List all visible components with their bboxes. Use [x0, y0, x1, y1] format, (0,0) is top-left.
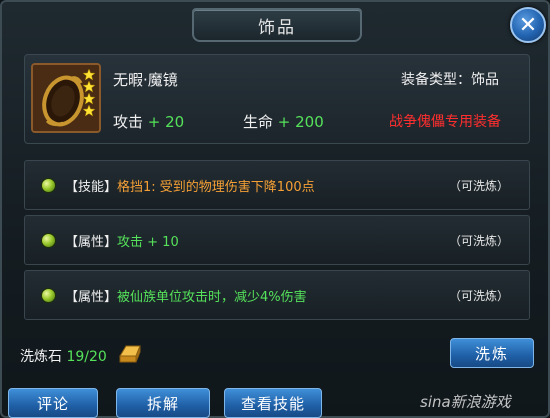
item-portrait[interactable]	[31, 63, 101, 133]
green-orb-icon	[41, 233, 56, 248]
refine-button[interactable]: 洗炼	[450, 338, 534, 368]
attribute-row[interactable]: 【属性】被仙族单位攻击时，减少4%伤害 （可洗炼）	[24, 270, 530, 320]
sina-watermark: sina新浪游戏	[420, 393, 511, 411]
attribute-desc: 格挡1: 受到的物理伤害下降100点	[117, 180, 315, 195]
attribute-tag: 【属性】	[65, 235, 118, 250]
green-orb-icon	[41, 178, 56, 193]
green-orb-icon	[41, 288, 56, 303]
comment-button[interactable]: 评论	[8, 388, 98, 418]
mirror-icon	[33, 65, 99, 131]
exclusive-note: 战争傀儡专用装备	[389, 114, 501, 130]
attribute-row[interactable]: 【属性】攻击 + 10 （可洗炼）	[24, 215, 530, 265]
washable-note: （可洗炼）	[448, 289, 509, 303]
close-button[interactable]: ✕	[510, 7, 546, 43]
stat-attack: 攻击 + 20	[113, 111, 184, 132]
washable-note: （可洗炼）	[448, 234, 509, 248]
attribute-row[interactable]: 【技能】格挡1: 受到的物理伤害下降100点 （可洗炼）	[24, 160, 530, 210]
equipment-dialog: 饰品 ✕ 无暇·魔镜 装备类型：饰品 攻击 + 20 生命 + 200 战争傀儡…	[0, 0, 550, 418]
item-info-panel: 无暇·魔镜 装备类型：饰品 攻击 + 20 生命 + 200 战争傀儡专用装备	[24, 54, 530, 144]
gold-ingot-icon	[119, 345, 141, 363]
stat-hp-label: 生命	[243, 113, 274, 131]
stat-hp: 生命 + 200	[243, 111, 324, 132]
item-type: 装备类型：饰品	[401, 72, 499, 88]
attribute-tag: 【属性】	[65, 290, 118, 305]
stat-attack-value: + 20	[147, 113, 185, 131]
item-name: 无暇·魔镜	[113, 71, 178, 89]
refine-stone-count: 洗炼石 19/20	[20, 346, 107, 366]
stat-hp-value: + 200	[277, 113, 324, 131]
refine-stone-label: 洗炼石	[20, 349, 62, 365]
dismantle-button[interactable]: 拆解	[116, 388, 210, 418]
view-skills-button[interactable]: 查看技能	[224, 388, 322, 418]
refine-stone-value: 19/20	[66, 349, 107, 365]
attribute-tag: 【技能】	[65, 180, 118, 195]
dialog-title: 饰品	[192, 8, 362, 42]
attribute-desc: 被仙族单位攻击时，减少4%伤害	[117, 290, 307, 305]
washable-note: （可洗炼）	[448, 179, 509, 193]
close-icon: ✕	[518, 12, 538, 38]
attribute-desc: 攻击 + 10	[117, 235, 179, 250]
stat-attack-label: 攻击	[113, 113, 144, 131]
